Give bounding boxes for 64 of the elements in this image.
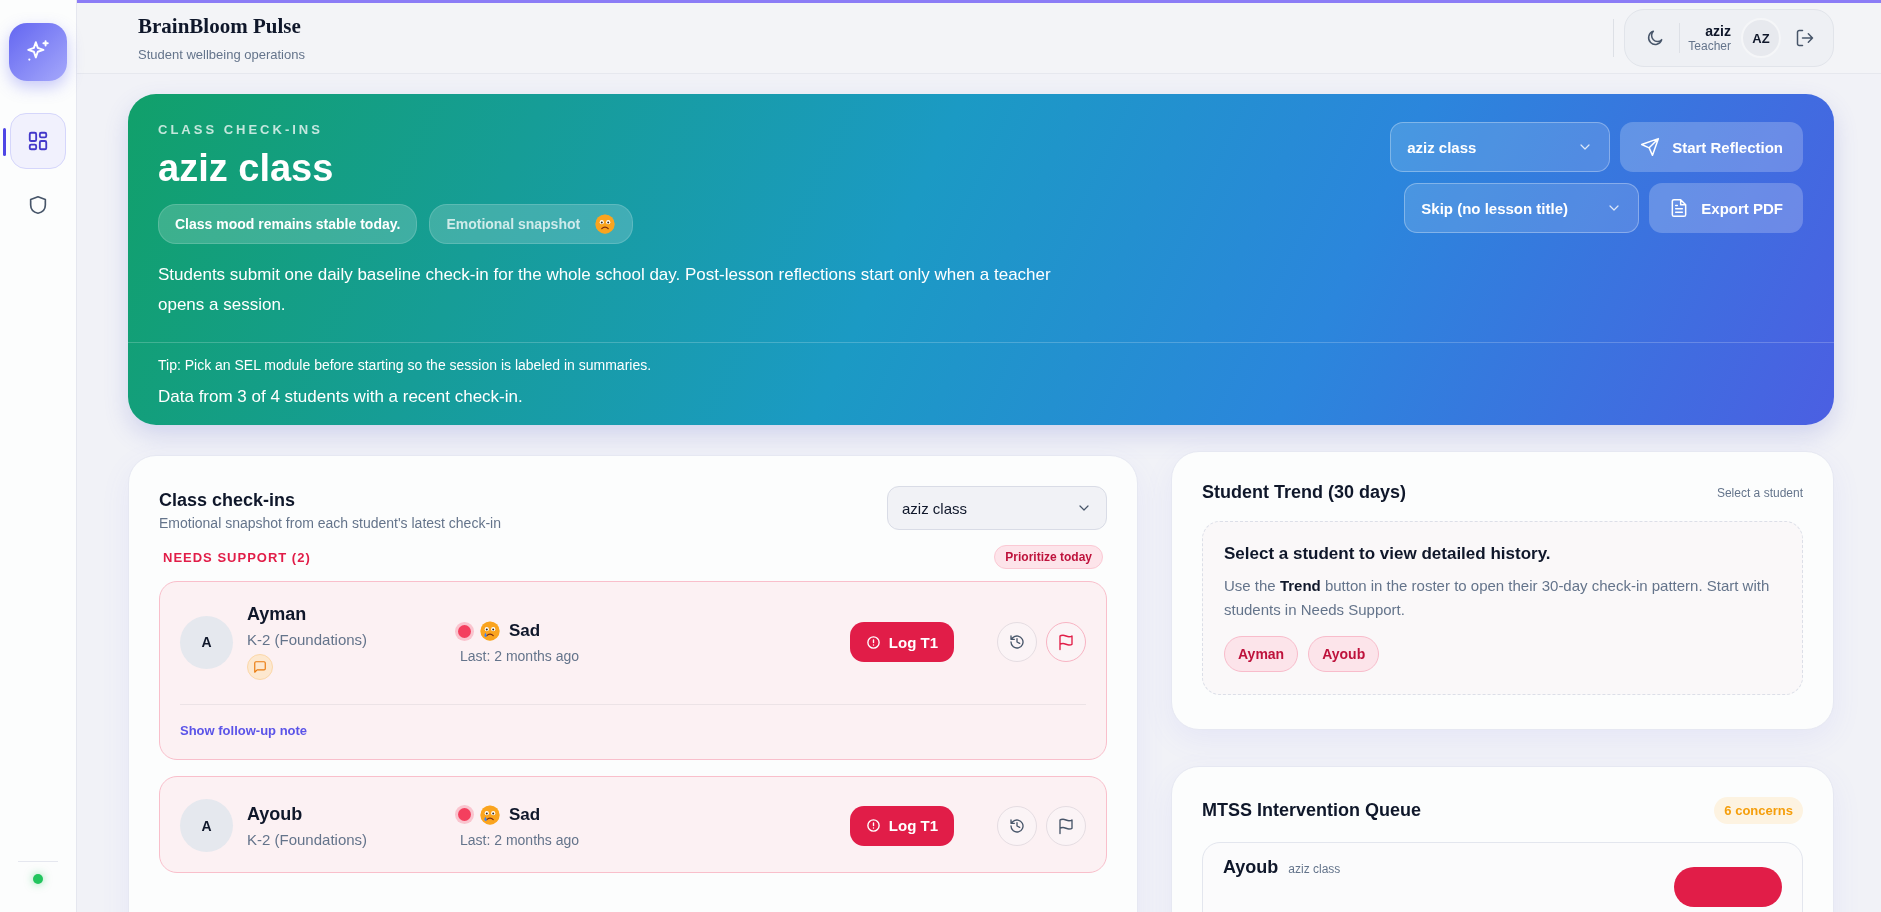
logout-icon <box>1795 28 1815 48</box>
chat-icon <box>253 660 267 674</box>
card-title: Class check-ins <box>159 490 297 511</box>
class-title: aziz class <box>158 147 335 190</box>
student-grade: K-2 (Foundations) <box>247 830 369 848</box>
student-chip[interactable]: Ayman <box>1224 636 1299 672</box>
empty-state-text: Use the Trend button in the roster to open their 30-day check-in pattern. Start with students in Needs Support. <box>1224 576 1771 620</box>
user-role: Teacher <box>1688 39 1731 53</box>
send-icon <box>1640 137 1661 157</box>
follow-up-link[interactable]: Show follow-up note <box>180 723 308 738</box>
flag-icon <box>1057 816 1075 835</box>
user-name: aziz <box>1704 23 1731 39</box>
history-button[interactable] <box>997 622 1037 662</box>
class-name: aziz class <box>1288 862 1341 876</box>
history-icon <box>1009 817 1025 834</box>
description: Students submit one daily baseline check-in for the whole school day. Post-lesson reflections start only when a teacher opens a session. <box>158 264 1052 316</box>
student-chip[interactable]: Ayoub <box>1308 636 1380 672</box>
mood-label: Sad <box>509 804 541 825</box>
card-subtitle: Emotional snapshot from each student's latest check-in <box>159 515 501 531</box>
empty-state-title: Select a student to view detailed history. <box>1224 544 1552 564</box>
note-button[interactable] <box>247 654 273 680</box>
action-button[interactable] <box>1674 867 1782 907</box>
priority-badge: Prioritize today <box>994 545 1103 569</box>
card-title: MTSS Intervention Queue <box>1202 800 1422 821</box>
concern-count-badge: 6 concerns <box>1714 797 1803 824</box>
flag-button[interactable] <box>1046 622 1086 662</box>
hint-text: Select a student <box>1716 485 1803 500</box>
student-name: Ayman <box>247 604 308 625</box>
alert-icon <box>865 818 881 833</box>
badge-label: Emotional snapshot <box>446 216 581 232</box>
last-checkin: Last: 2 months ago <box>460 831 581 848</box>
flag-icon <box>1057 633 1075 651</box>
last-checkin: Last: 2 months ago <box>460 648 581 664</box>
worried-face-icon <box>594 213 617 235</box>
flag-button[interactable] <box>1046 805 1086 846</box>
dashboard-icon <box>27 130 49 152</box>
student-name: Ayoub <box>247 803 304 825</box>
export-button[interactable]: Export PDF <box>1649 183 1803 233</box>
history-button[interactable] <box>997 805 1037 846</box>
class-select[interactable]: aziz class <box>887 486 1107 530</box>
history-icon <box>1009 634 1025 650</box>
student-avatar: A <box>180 615 233 669</box>
start-reflection-button[interactable]: Start Reflection <box>1620 122 1803 172</box>
app-subtitle: Student wellbeing operations <box>138 47 305 62</box>
student-name: Ayoub <box>1223 857 1279 878</box>
group-label: NEEDS SUPPORT (2) <box>163 549 311 565</box>
lesson-select[interactable]: Skip (no lesson title) <box>1404 183 1640 233</box>
coverage-text: Data from 3 of 4 students with a recent check-in. <box>158 387 524 407</box>
badge-label: Class mood remains stable today. <box>175 216 401 232</box>
section-label: CLASS CHECK-INS <box>158 122 324 137</box>
student-avatar: A <box>180 799 233 852</box>
user-avatar: AZ <box>1741 18 1781 58</box>
alert-icon <box>865 634 881 650</box>
card-title: Student Trend (30 days) <box>1202 482 1407 503</box>
shield-icon <box>27 194 49 216</box>
class-select[interactable]: aziz class <box>1390 122 1611 172</box>
mood-label: Sad <box>509 621 541 641</box>
log-tier-button[interactable]: Log T1 <box>849 622 954 662</box>
log-tier-button[interactable]: Log T1 <box>849 805 954 846</box>
crying-face-icon <box>479 620 501 642</box>
crying-face-icon <box>479 803 501 826</box>
app-title: BrainBloom Pulse <box>138 14 302 39</box>
tip-text: Tip: Pick an SEL module before starting so the session is labeled in summaries. <box>158 357 653 373</box>
student-grade: K-2 (Foundations) <box>247 631 369 648</box>
